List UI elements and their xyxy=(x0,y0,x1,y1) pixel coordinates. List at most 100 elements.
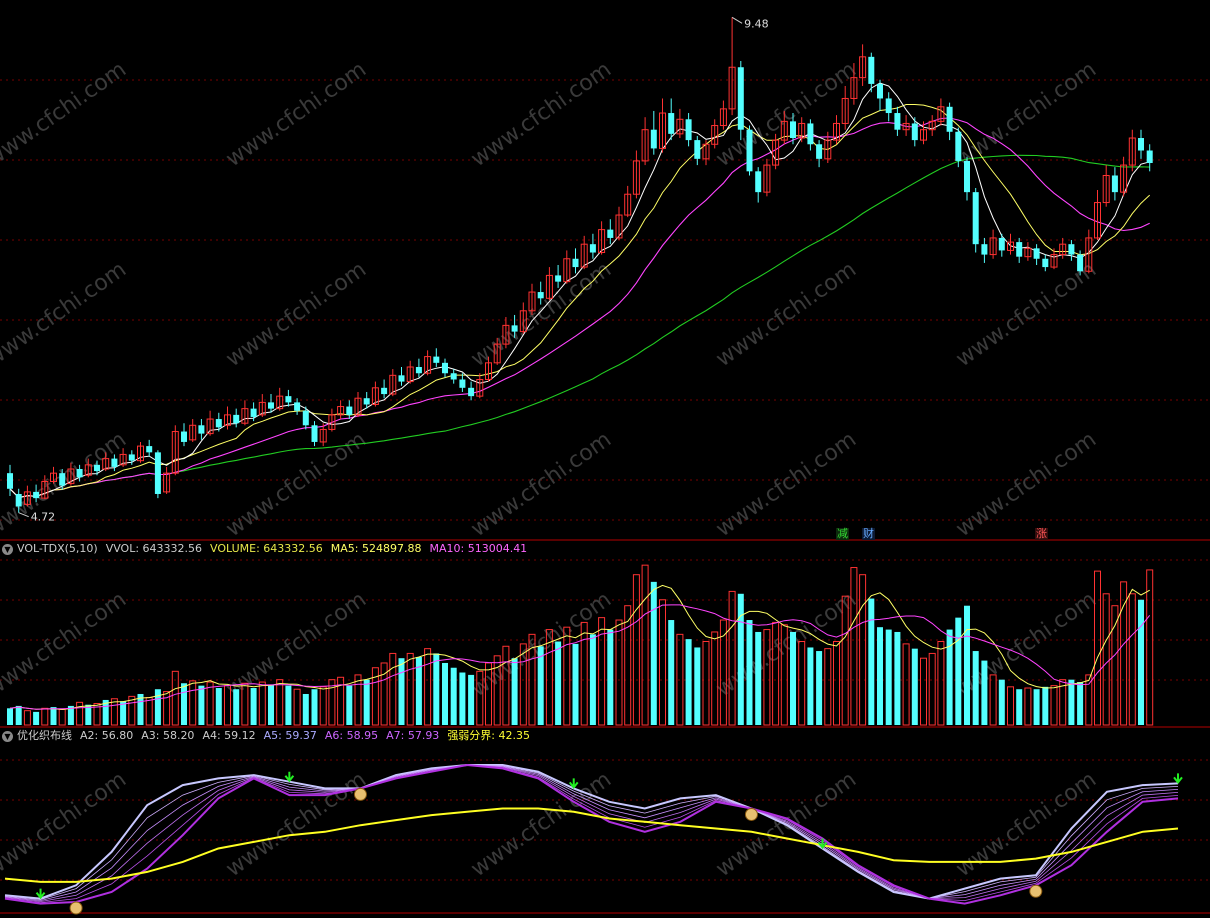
high-price-label: 9.48 xyxy=(744,17,769,30)
volume-bar xyxy=(1102,593,1110,726)
watermark: www.cfchi.com xyxy=(712,57,861,172)
candle-body xyxy=(964,160,970,193)
volume-bar xyxy=(1033,689,1040,725)
volume-bar xyxy=(859,574,867,726)
volume-bar xyxy=(572,643,579,725)
volume-value-3: MA10: 513004.41 xyxy=(429,542,528,555)
ma20-line xyxy=(9,117,1150,499)
volume-bar xyxy=(885,629,892,725)
volume-value-1: VOLUME: 643332.56 xyxy=(210,542,323,555)
watermark: www.cfchi.com xyxy=(952,427,1101,542)
watermark: www.cfchi.com xyxy=(0,587,131,702)
volume-bar xyxy=(250,688,257,725)
candle-body xyxy=(398,375,405,382)
candle-body xyxy=(468,387,475,397)
volume-bar xyxy=(790,631,796,725)
volume-value-0: VVOL: 643332.56 xyxy=(105,542,203,555)
volume-bar xyxy=(624,605,632,726)
volume-bar xyxy=(1068,679,1075,725)
volume-bar xyxy=(58,708,66,726)
candle-body xyxy=(998,237,1005,251)
candle-body xyxy=(76,469,83,478)
volume-bar xyxy=(398,658,405,725)
candle-body xyxy=(572,258,579,268)
volume-bar xyxy=(268,684,274,725)
volume-bar xyxy=(41,707,49,726)
volume-bar xyxy=(198,685,205,725)
volume-bar xyxy=(258,681,266,726)
volume-bar xyxy=(937,641,945,726)
down-arrow-icon xyxy=(284,771,295,783)
indicator-value-5: A7: 57.93 xyxy=(386,729,440,742)
volume-bar xyxy=(154,689,161,725)
indicator-value-4: A6: 58.95 xyxy=(324,729,379,742)
candle-body xyxy=(250,408,257,417)
volume-bar xyxy=(981,660,988,725)
watermark: www.cfchi.com xyxy=(952,257,1101,372)
candle-body xyxy=(894,113,901,130)
volume-bar xyxy=(824,648,832,726)
volume-bar xyxy=(293,688,301,726)
candle-body xyxy=(946,106,953,132)
volume-bar xyxy=(615,619,623,726)
candle-body xyxy=(816,144,823,159)
watermark: www.cfchi.com xyxy=(467,767,616,882)
candle-body xyxy=(755,171,762,193)
indicator-value-0: A2: 56.80 xyxy=(80,729,134,742)
volume-bar xyxy=(424,648,432,726)
watermark: www.cfchi.com xyxy=(0,257,131,372)
collapse-arrow-icon[interactable]: ▼ xyxy=(2,543,13,555)
volume-bar xyxy=(354,674,362,726)
stock-chart: www.cfchi.com www.cfchi.com www.cfchi.com w… xyxy=(0,16,1210,915)
volume-bar xyxy=(641,564,649,726)
volume-bar xyxy=(555,641,562,725)
volume-bar xyxy=(406,652,414,726)
volume-bar xyxy=(902,643,910,726)
volume-bar xyxy=(7,708,13,725)
candle-body xyxy=(685,119,692,141)
volume-bar xyxy=(33,711,40,725)
oscillator-indicator-name: 优化织布线 xyxy=(17,729,72,742)
candle-body xyxy=(111,458,118,467)
volume-bar xyxy=(928,652,936,726)
volume-bar xyxy=(1007,686,1014,726)
watermark: www.cfchi.com xyxy=(952,767,1101,882)
candle-body xyxy=(268,402,274,409)
candle-body xyxy=(1016,242,1023,257)
candle-body xyxy=(790,121,796,139)
volume-bar xyxy=(964,605,970,725)
candle-body xyxy=(807,123,814,145)
watermark: www.cfchi.com xyxy=(712,257,861,372)
indicator-value-1: A3: 58.20 xyxy=(141,729,195,742)
volume-bar xyxy=(50,707,57,725)
volume-bar xyxy=(737,593,744,725)
volume-bar xyxy=(276,679,284,726)
volume-bar xyxy=(1042,686,1049,725)
candle-body xyxy=(694,140,701,159)
volume-bar xyxy=(868,598,875,725)
volume-bar xyxy=(363,679,370,725)
volume-bar xyxy=(746,620,753,725)
volume-bar xyxy=(346,685,353,725)
collapse-arrow-icon[interactable]: ▼ xyxy=(2,730,13,742)
signal-marker-1: 财 xyxy=(862,527,875,540)
volume-bar xyxy=(1111,605,1119,726)
candle-body xyxy=(346,406,353,415)
volume-bar xyxy=(206,681,214,726)
candle-body xyxy=(381,387,388,395)
volume-bar xyxy=(816,651,823,725)
volume-bar xyxy=(215,688,222,725)
volume-bar xyxy=(1085,674,1093,726)
candle-body xyxy=(1146,150,1153,163)
volume-bar xyxy=(450,667,457,725)
volume-bar xyxy=(1120,581,1128,726)
volume-bar xyxy=(511,658,518,725)
volume-indicator-name: VOL-TDX(5,10) xyxy=(17,542,98,555)
down-arrow-icon xyxy=(1173,773,1183,785)
volume-bar xyxy=(998,679,1005,725)
volume-bar xyxy=(972,651,979,725)
volume-bar xyxy=(1050,685,1058,726)
volume-bar xyxy=(1016,689,1023,725)
candle-body xyxy=(537,292,544,299)
volume-bar xyxy=(650,581,657,725)
